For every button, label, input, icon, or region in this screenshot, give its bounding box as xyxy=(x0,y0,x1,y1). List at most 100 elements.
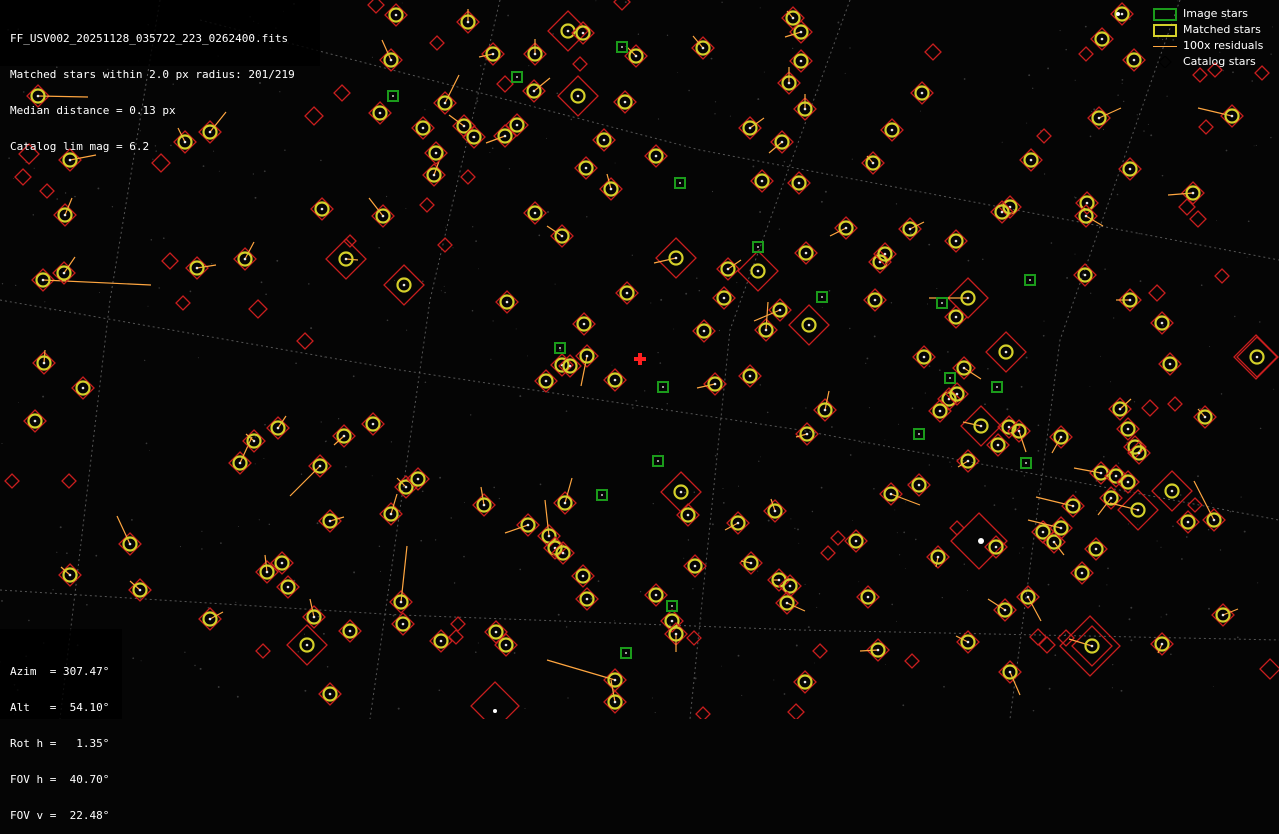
noise-dot xyxy=(858,581,860,583)
star-dot xyxy=(305,643,309,647)
noise-dot xyxy=(194,664,196,667)
star-dot xyxy=(41,278,45,282)
noise-dot xyxy=(475,240,477,243)
noise-dot xyxy=(884,439,886,441)
catalog-limmag-text: Catalog lim mag = 6.2 xyxy=(10,140,150,153)
star-dot xyxy=(544,379,548,383)
star-dot xyxy=(432,173,436,177)
noise-dot xyxy=(304,689,307,692)
star-dot xyxy=(566,29,570,33)
noise-dot xyxy=(1089,135,1092,138)
catalog-star-icon xyxy=(904,653,920,669)
star-dot xyxy=(416,477,420,481)
noise-dot xyxy=(632,407,634,409)
noise-dot xyxy=(199,667,202,670)
noise-dot xyxy=(74,195,76,198)
star-dot xyxy=(994,545,998,549)
noise-dot xyxy=(824,190,827,193)
star-dot xyxy=(68,573,72,577)
star-dot xyxy=(434,151,438,155)
star-dot xyxy=(791,16,795,20)
noise-dot xyxy=(590,597,593,600)
noise-dot xyxy=(1255,144,1257,146)
noise-dot xyxy=(1117,94,1119,96)
noise-dot xyxy=(729,115,731,117)
noise-dot xyxy=(928,365,931,367)
noise-dot xyxy=(984,485,986,487)
star-dot xyxy=(722,296,726,300)
noise-dot xyxy=(345,465,347,468)
noise-dot xyxy=(722,487,724,490)
star-dot xyxy=(1071,504,1075,508)
noise-dot xyxy=(322,632,325,635)
noise-dot xyxy=(866,357,869,360)
noise-dot xyxy=(890,302,893,304)
noise-dot xyxy=(821,306,823,308)
star-dot xyxy=(625,652,627,654)
star-dot xyxy=(563,501,567,505)
noise-dot xyxy=(1257,582,1259,584)
star-dot xyxy=(1118,407,1122,411)
catalog-star-icon xyxy=(1187,497,1203,513)
star-dot xyxy=(381,214,385,218)
noise-dot xyxy=(316,522,319,525)
noise-dot xyxy=(295,362,297,365)
star-dot xyxy=(1059,526,1063,530)
catalog-star-icon xyxy=(1057,629,1075,647)
noise-dot xyxy=(924,392,926,394)
noise-dot xyxy=(452,247,454,249)
noise-dot xyxy=(783,693,786,695)
star-dot xyxy=(265,570,269,574)
catalog-star-icon xyxy=(1198,119,1214,135)
noise-dot xyxy=(699,617,702,620)
noise-dot xyxy=(1181,558,1183,560)
noise-dot xyxy=(320,159,322,162)
star-dot xyxy=(1003,608,1007,612)
star-dot xyxy=(760,179,764,183)
star-dot xyxy=(844,226,848,230)
star-dot xyxy=(748,374,752,378)
star-dot xyxy=(777,578,781,582)
noise-dot xyxy=(790,518,792,520)
star-dot xyxy=(1084,214,1088,218)
noise-dot xyxy=(1089,386,1091,387)
noise-dot xyxy=(757,570,759,572)
star-dot xyxy=(787,81,791,85)
noise-dot xyxy=(1156,540,1158,542)
noise-dot xyxy=(752,165,755,168)
noise-dot xyxy=(773,679,775,681)
image-star-swatch-icon xyxy=(1153,7,1177,21)
star-dot xyxy=(208,617,212,621)
noise-dot xyxy=(145,442,148,445)
star-dot xyxy=(1099,471,1103,475)
noise-dot xyxy=(158,287,160,289)
noise-dot xyxy=(673,328,675,330)
noise-dot xyxy=(902,704,905,707)
noise-dot xyxy=(794,527,796,530)
catalog-star-icon xyxy=(450,616,466,632)
noise-dot xyxy=(928,464,930,466)
noise-dot xyxy=(519,568,521,571)
noise-dot xyxy=(1064,633,1067,635)
star-dot xyxy=(404,485,408,489)
noise-dot xyxy=(424,381,427,384)
noise-dot xyxy=(527,355,528,357)
noise-dot xyxy=(276,259,279,262)
noise-dot xyxy=(865,362,867,364)
noise-dot xyxy=(1253,145,1255,147)
star-dot xyxy=(128,542,132,546)
noise-dot xyxy=(263,458,265,459)
star-dot xyxy=(778,308,782,312)
star-dot xyxy=(674,632,678,636)
noise-dot xyxy=(798,542,800,544)
noise-dot xyxy=(217,686,220,688)
noise-dot xyxy=(507,14,509,17)
star-dot xyxy=(613,678,617,682)
noise-dot xyxy=(904,501,906,503)
noise-dot xyxy=(476,100,479,103)
legend-catalog-stars: Catalog stars xyxy=(1153,54,1279,70)
catalog-star-icon xyxy=(1178,198,1196,216)
star-dot xyxy=(966,640,970,644)
catalog-star-icon xyxy=(1167,396,1183,412)
catalog-star-icon xyxy=(830,530,846,546)
